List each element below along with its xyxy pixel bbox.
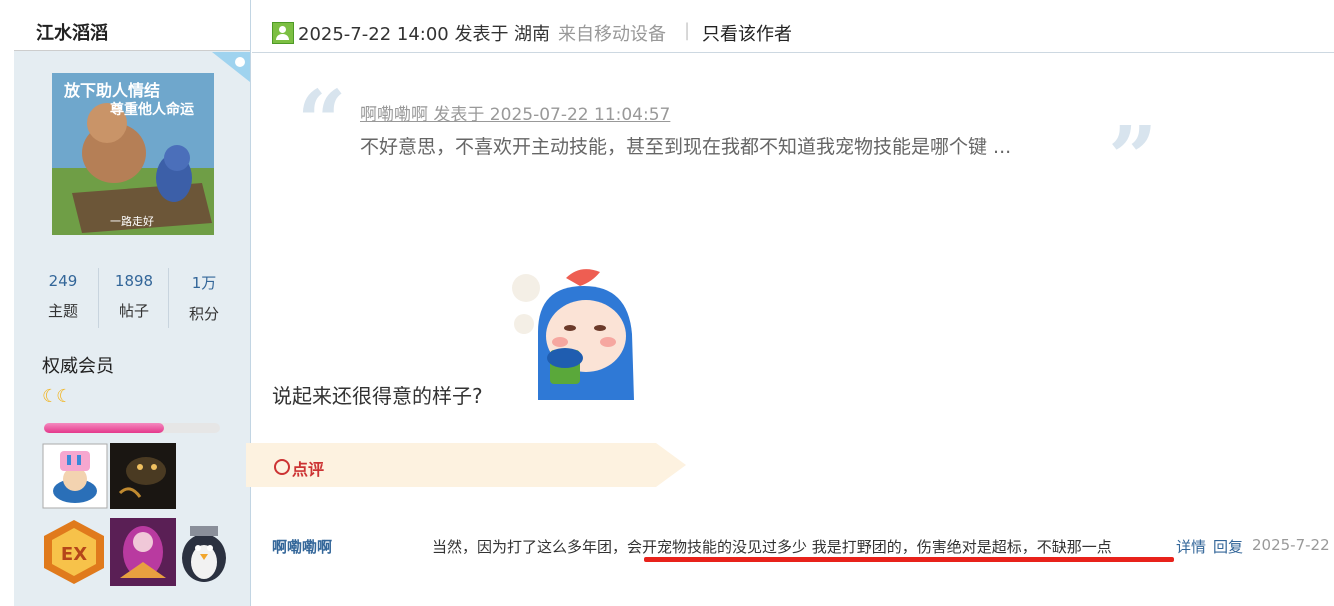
user-post-icon — [272, 22, 294, 44]
comment-details-link[interactable]: 详情 — [1176, 536, 1206, 557]
highlight-underline — [644, 557, 1174, 562]
avatar[interactable]: 放下助人情结 尊重他人命运 一路走好 — [52, 73, 214, 235]
dark-dragon-medal-icon[interactable] — [110, 443, 176, 509]
stat-topics[interactable]: 249 主题 — [28, 268, 98, 328]
comment-reply-link[interactable]: 回复 — [1213, 536, 1243, 557]
quote-close-icon: ” — [1108, 108, 1158, 209]
stat-topics-value: 249 — [48, 272, 78, 290]
gold-badge-medal-icon[interactable]: EX — [40, 518, 108, 586]
stat-posts-label: 帖子 — [118, 302, 149, 320]
user-stats: 249 主题 1898 帖子 1万 积分 — [28, 268, 238, 328]
blue-character-sticker — [512, 269, 634, 400]
quote-author-link[interactable]: 啊嘞嘞啊 发表于 2025-07-22 11:04:57 — [360, 100, 670, 125]
post-device: 来自移动设备 — [558, 24, 666, 45]
comment-date: 2025-7-22 — [1252, 536, 1330, 554]
level-progress-bar — [44, 423, 220, 433]
apple-device-icon — [212, 52, 250, 82]
cake-medal-icon[interactable] — [42, 443, 108, 509]
reply-text: 说起来还很得意的样子? — [272, 384, 483, 408]
quote-open-icon: “ — [297, 72, 347, 173]
stat-points-label: 积分 — [188, 305, 219, 323]
user-rank[interactable]: 权威会员 — [42, 352, 114, 378]
avatar-text-2: 尊重他人命运 — [110, 102, 194, 118]
comment-ring-icon — [274, 459, 290, 475]
stat-topics-label: 主题 — [47, 302, 78, 320]
level-progress-fill — [44, 423, 164, 433]
penguin-medal-icon[interactable] — [176, 518, 232, 586]
moon-level-icon: ☾☾ — [42, 386, 72, 407]
stat-posts-value: 1898 — [114, 272, 154, 290]
comment-section-header: 点评 — [246, 443, 686, 487]
username-bar: 江水滔滔 — [14, 0, 250, 51]
purple-character-medal-icon[interactable] — [110, 518, 176, 586]
comment-text: 当然，因为打了这么多年团，会开宠物技能的没见过多少 我是打野团的，伤害绝对是超标… — [432, 538, 1112, 556]
post-location: 湖南 — [514, 24, 550, 45]
header-divider: | — [684, 20, 691, 41]
only-author-link[interactable]: 只看该作者 — [702, 20, 792, 46]
avatar-text-3: 一路走好 — [110, 215, 154, 228]
user-sidebar: 江水滔滔 放下助人情结 尊重他人命运 一路走好 249 主题 1898 帖子 1… — [14, 0, 251, 606]
stat-posts[interactable]: 1898 帖子 — [98, 268, 169, 328]
post-header: 2025-7-22 14:00 发表于 湖南 来自移动设备 | 只看该作者 — [252, 0, 1334, 53]
quote-text: 不好意思，不喜欢开主动技能，甚至到现在我都不知道我宠物技能是哪个键 ... — [360, 136, 1012, 158]
username[interactable]: 江水滔滔 — [36, 19, 108, 45]
post-date: 2025-7-22 14:00 发表于 — [298, 24, 509, 45]
avatar-text-1: 放下助人情结 — [64, 81, 161, 100]
stat-points[interactable]: 1万 积分 — [168, 268, 239, 328]
comment-user-link[interactable]: 啊嘞嘞啊 — [272, 536, 332, 557]
comment-section-title: 点评 — [292, 460, 325, 479]
stat-points-value: 1万 — [191, 274, 217, 292]
svg-text:EX: EX — [61, 544, 87, 565]
